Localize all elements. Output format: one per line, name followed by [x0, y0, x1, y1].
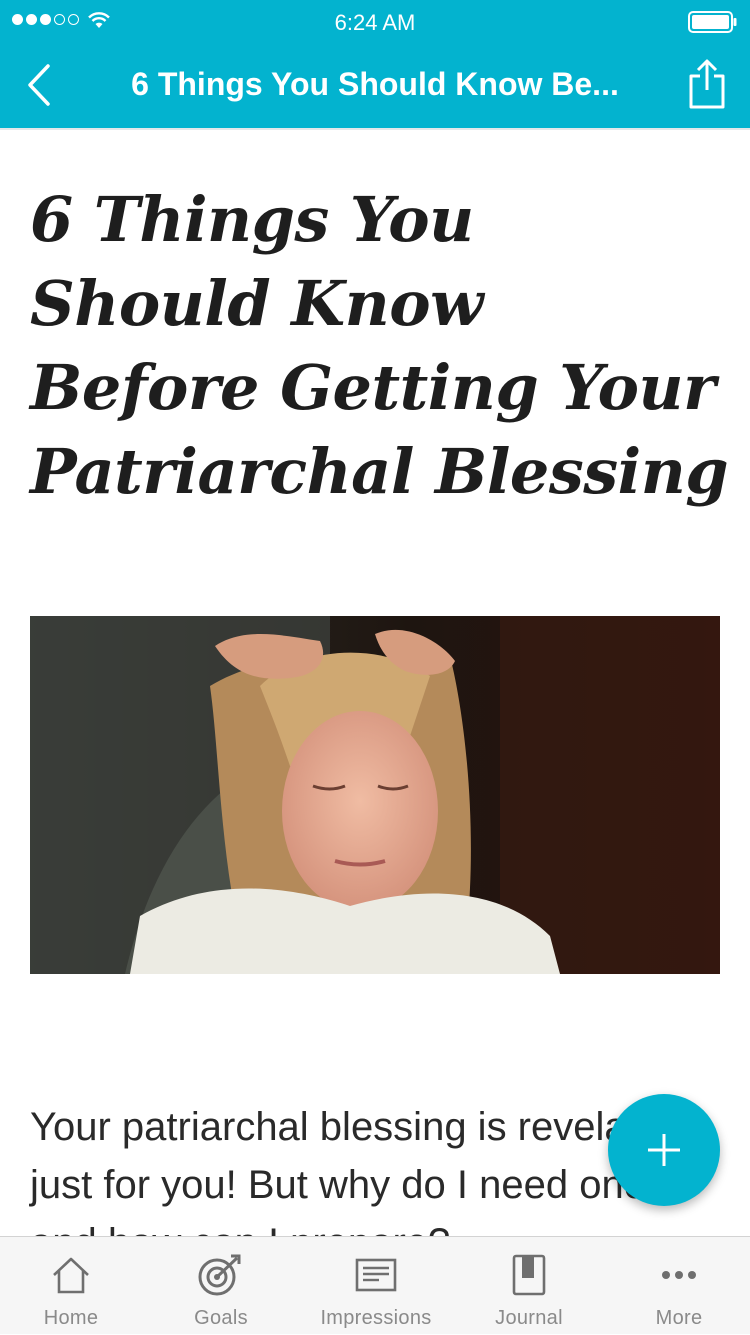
plus-icon	[648, 1134, 680, 1166]
tab-more[interactable]: More	[624, 1237, 734, 1335]
top-bar: 6:24 AM 6 Things You Should Know Be...	[0, 0, 750, 128]
tab-label: Goals	[194, 1307, 248, 1329]
add-button[interactable]	[608, 1094, 720, 1206]
share-button[interactable]	[688, 58, 726, 115]
nav-title: 6 Things You Should Know Be...	[131, 66, 619, 102]
tab-label: Journal	[495, 1307, 563, 1329]
journal-icon	[512, 1253, 546, 1297]
back-button[interactable]	[24, 62, 54, 113]
tab-label: Home	[43, 1307, 99, 1329]
tab-bar: Home Goals Impressions Journal More	[0, 1236, 750, 1334]
status-bar: 6:24 AM	[0, 0, 750, 44]
note-icon	[355, 1253, 397, 1297]
battery-icon	[688, 11, 738, 38]
tab-goals[interactable]: Goals	[166, 1237, 276, 1335]
header-divider	[0, 128, 750, 130]
target-icon	[197, 1253, 245, 1297]
tab-label: Impressions	[320, 1307, 432, 1329]
tab-impressions[interactable]: Impressions	[306, 1237, 446, 1335]
status-time: 6:24 AM	[334, 10, 416, 35]
more-icon	[661, 1253, 697, 1297]
article-title: 6 Things You Should Know Before Getting …	[30, 183, 729, 508]
home-icon	[51, 1253, 91, 1297]
tab-journal[interactable]: Journal	[474, 1237, 584, 1335]
article-hero-image	[30, 616, 720, 974]
tab-label: More	[655, 1307, 703, 1329]
tab-home[interactable]: Home	[16, 1237, 126, 1335]
chevron-left-icon	[28, 64, 50, 106]
share-icon	[689, 59, 725, 109]
navigation-bar: 6 Things You Should Know Be...	[0, 44, 750, 128]
